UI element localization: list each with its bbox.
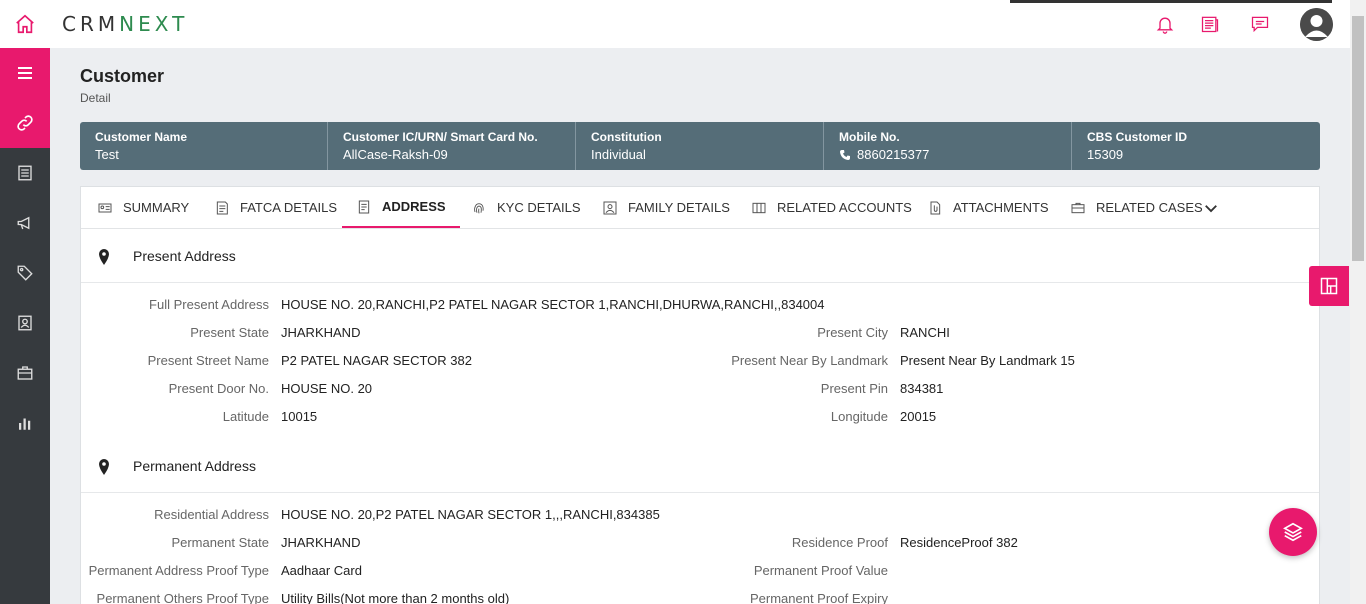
location-pin-icon bbox=[99, 459, 109, 475]
case-briefcase-icon bbox=[1071, 202, 1085, 213]
present-address-title: Present Address bbox=[133, 248, 236, 264]
tab-related-accounts[interactable]: RELATED ACCOUNTS bbox=[737, 187, 926, 228]
home-icon[interactable] bbox=[14, 13, 36, 35]
top-divider bbox=[1010, 0, 1332, 3]
megaphone-icon bbox=[17, 216, 30, 230]
family-photo-icon bbox=[603, 201, 617, 214]
summary-customer-name: Customer Name Test bbox=[80, 122, 328, 170]
link-icon bbox=[17, 115, 33, 131]
tag-icon bbox=[17, 265, 33, 281]
fingerprint-icon bbox=[474, 202, 484, 213]
address-book-icon bbox=[358, 200, 370, 213]
detail-card: SUMMARY FATCA DETAILS ADDRESS KYC DETAIL… bbox=[80, 186, 1320, 604]
user-avatar[interactable] bbox=[1300, 8, 1333, 41]
sidenav-item-links[interactable] bbox=[0, 98, 50, 148]
attachment-file-icon bbox=[930, 201, 941, 214]
tab-family-details[interactable]: FAMILY DETAILS bbox=[588, 187, 744, 228]
notes-icon[interactable] bbox=[1200, 13, 1220, 35]
bell-icon[interactable] bbox=[1155, 13, 1175, 35]
menu-button[interactable] bbox=[0, 48, 50, 98]
summary-cbs-id: CBS Customer ID 15309 bbox=[1087, 130, 1188, 162]
page-scrollbar[interactable] bbox=[1350, 0, 1366, 604]
summary-icon bbox=[98, 203, 112, 212]
sidenav-item-campaigns[interactable] bbox=[0, 198, 50, 248]
present-address-header: Present Address bbox=[81, 229, 1319, 283]
chevron-down-icon[interactable] bbox=[1202, 199, 1220, 217]
customer-summary-bar: Customer Name Test Customer IC/URN/ Smar… bbox=[80, 122, 1320, 170]
app-logo[interactable]: CRMNEXT bbox=[62, 12, 188, 36]
tab-summary[interactable]: SUMMARY bbox=[83, 187, 203, 228]
tab-kyc-details[interactable]: KYC DETAILS bbox=[457, 187, 595, 228]
location-pin-icon bbox=[99, 249, 109, 265]
sidenav-item-tags[interactable] bbox=[0, 248, 50, 298]
tab-attachments[interactable]: ATTACHMENTS bbox=[913, 187, 1063, 228]
page-subtitle: Detail bbox=[80, 91, 111, 105]
layout-icon bbox=[1320, 277, 1338, 295]
chat-icon[interactable] bbox=[1250, 13, 1270, 35]
tab-related-cases[interactable]: RELATED CASES bbox=[1056, 187, 1217, 228]
scrollbar-thumb[interactable] bbox=[1352, 16, 1364, 261]
phone-icon bbox=[840, 149, 850, 160]
mobile-number[interactable]: 8860215377 bbox=[857, 147, 929, 162]
layers-icon bbox=[1283, 522, 1303, 542]
permanent-address-header: Permanent Address bbox=[81, 439, 1319, 493]
layout-panel-button[interactable] bbox=[1309, 266, 1349, 306]
summary-mobile: Mobile No. 8860215377 bbox=[824, 122, 1072, 170]
menu-icon bbox=[18, 67, 32, 79]
tab-fatca-details[interactable]: FATCA DETAILS bbox=[200, 187, 351, 228]
tab-address[interactable]: ADDRESS bbox=[342, 187, 460, 228]
sidenav-item-documents[interactable] bbox=[0, 148, 50, 198]
layers-fab-button[interactable] bbox=[1269, 508, 1317, 556]
columns-icon bbox=[752, 202, 766, 213]
fatca-document-icon bbox=[216, 201, 228, 214]
summary-customer-ic: Customer IC/URN/ Smart Card No. AllCase-… bbox=[328, 122, 576, 170]
document-icon bbox=[18, 165, 32, 181]
detail-tabs: SUMMARY FATCA DETAILS ADDRESS KYC DETAIL… bbox=[81, 187, 1319, 229]
summary-constitution: Constitution Individual bbox=[576, 122, 824, 170]
top-bar: CRMNEXT bbox=[0, 0, 1350, 48]
permanent-address-title: Permanent Address bbox=[133, 458, 256, 474]
page-title: Customer bbox=[80, 66, 165, 86]
